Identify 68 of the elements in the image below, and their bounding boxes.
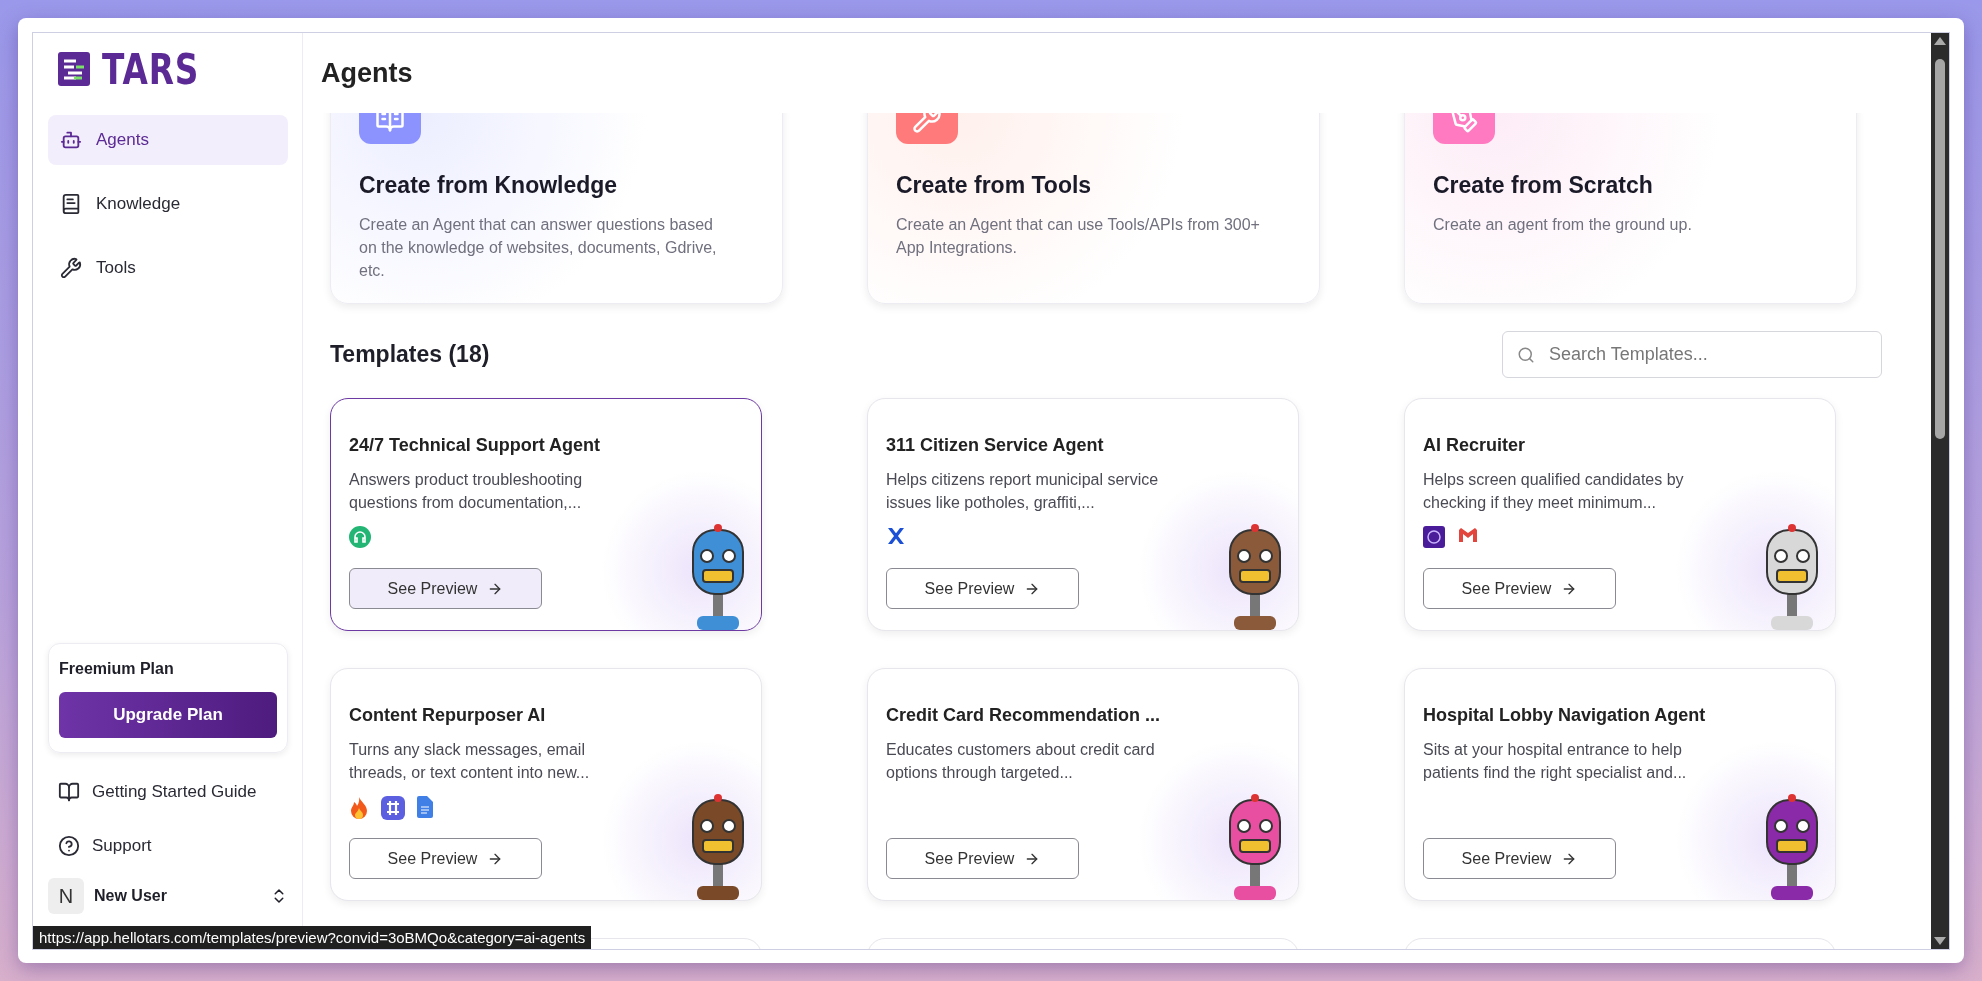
template-title: 24/7 Technical Support Agent [349,435,602,456]
page-title: Agents [321,57,413,89]
logo-icon [58,52,90,86]
pen-icon [1449,113,1479,134]
template-description: Helps screen qualified candidates by checking if they meet minimum... [1423,470,1685,513]
template-title: AI Recruiter [1423,435,1527,456]
fire-icon [349,796,369,820]
headset-icon [349,526,371,548]
template-description: Answers product troubleshooting questions from documentation,... [349,470,584,513]
sidebar-link[interactable]: Getting Started Guide [48,765,288,819]
scroll-up-icon[interactable] [1934,37,1946,45]
help-icon [58,835,80,857]
wrench-icon [60,257,82,279]
template-card[interactable]: 24/7 Technical Support Agent Answers product troubleshooting questions from documentation,... See Preview [330,398,762,631]
upgrade-button[interactable]: Upgrade Plan [59,692,277,738]
see-preview-button[interactable]: See Preview [1423,568,1616,609]
brand-name: TARS [102,44,200,94]
see-preview-button[interactable]: See Preview [886,838,1079,879]
template-card[interactable]: Content Repurposer AI Turns any slack messages, email threads, or text content into new... See Preview [330,668,762,901]
template-card[interactable]: AI Recruiter Helps screen qualified candidates by checking if they meet minimum... See Preview [1404,398,1836,631]
template-title: Credit Card Recommendation ... [886,705,1162,726]
card-description: Create an Agent that can use Tools/APIs from 300+ App Integrations. [896,215,1261,258]
scroll-down-icon[interactable] [1934,937,1946,945]
sidebar-link[interactable]: Support [48,819,288,873]
book-icon [60,193,82,215]
template-description: Educates customers about credit card options through targeted... [886,740,1156,783]
template-card[interactable]: 311 Citizen Service Agent Helps citizens report municipal service issues like potholes, graffiti,... See Preview [867,398,1299,631]
template-card[interactable]: Credit Card Recommendation ... Educates customers about credit card options through targeted... See Preview [867,668,1299,901]
scrollbar[interactable] [1931,33,1949,949]
template-card[interactable]: Hospital Lobby Navigation Agent Sits at your hospital entrance to help patients find the right specialist and... See Preview [1404,668,1836,901]
plan-title: Freemium Plan [59,660,175,678]
wrench-icon [912,113,942,134]
card-title: Create from Scratch [1433,172,1654,199]
card-title: Create from Tools [896,172,1093,199]
nav-item[interactable]: Knowledge [48,179,288,229]
user-avatar: N [48,878,84,914]
nav-item[interactable]: Agents [48,115,288,165]
section-title: Templates (18) [330,341,490,368]
see-preview-button[interactable]: See Preview [1423,838,1616,879]
card-description: Create an Agent that can answer questions based on the knowledge of websites, documents, Gdrive, etc. [359,215,718,281]
template-description: Turns any slack messages, email threads, or text content into new... [349,740,591,783]
robot-icon [60,129,82,151]
card-description: Create an agent from the ground up. [1433,215,1693,235]
see-preview-button[interactable]: See Preview [886,568,1079,609]
x-logo-icon [886,526,906,546]
template-title: Content Repurposer AI [349,705,547,726]
create-card[interactable]: Create from Tools Create an Agent that can use Tools/APIs from 300+ App Integrations. [867,113,1320,304]
card-title: Create from Knowledge [359,172,619,199]
template-description: Sits at your hospital entrance to help patients find the right specialist and... [1423,740,1688,783]
template-title: Hospital Lobby Navigation Agent [1423,705,1707,726]
search-icon [1517,345,1535,364]
user-name: New User [94,887,168,905]
template-description: Helps citizens report municipal service issues like potholes, graffiti,... [886,470,1160,513]
gmail-icon [1457,526,1479,544]
see-preview-button[interactable]: See Preview [349,838,542,879]
url-tooltip: https://app.hellotars.com/templates/preview?convid=3oBMQo&category=ai-agents [33,926,592,949]
create-card[interactable]: Create from Knowledge Create an Agent that can answer questions based on the knowledge of websites, documents, Gdrive, etc. [330,113,783,304]
grid-icon [381,796,405,820]
template-title: 311 Citizen Service Agent [886,435,1105,456]
open-book-icon [58,781,80,803]
search-field[interactable]: Search Templates... [1502,331,1882,378]
nav-item[interactable]: Tools [48,243,288,293]
book-icon [375,113,405,134]
scrollbar-thumb[interactable] [1935,59,1945,439]
brain-icon [1423,526,1445,548]
document-icon [417,796,433,818]
create-card[interactable]: Create from Scratch Create an agent from the ground up. [1404,113,1857,304]
see-preview-button[interactable]: See Preview [349,568,542,609]
